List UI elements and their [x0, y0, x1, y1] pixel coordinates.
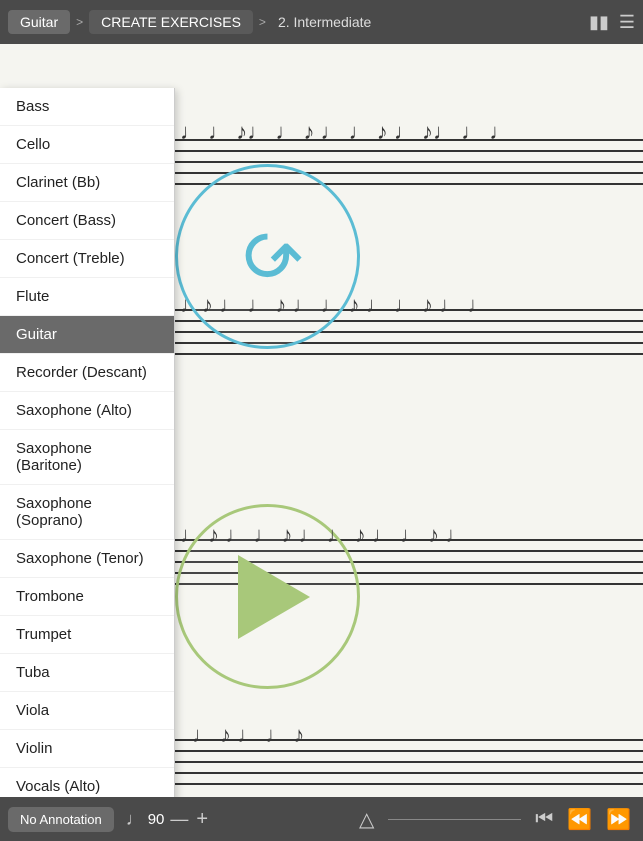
- rewind-icon[interactable]: ⏪: [567, 807, 592, 832]
- dropdown-item-concert-treble[interactable]: Concert (Treble): [0, 240, 174, 278]
- dropdown-item-vocals-alto[interactable]: Vocals (Alto): [0, 768, 174, 797]
- dropdown-item-recorder[interactable]: Recorder (Descant): [0, 354, 174, 392]
- dropdown-item-trombone[interactable]: Trombone: [0, 578, 174, 616]
- note-decoration-3: ♩ ♪ ♩ ♩ ♪ ♩ ♩ ♪ ♩ ♩ ♪ ♩: [180, 522, 467, 548]
- breadcrumb-chevron-2: >: [259, 15, 266, 29]
- instrument-selector[interactable]: Guitar: [8, 10, 70, 34]
- breadcrumb-chevron-1: >: [76, 15, 83, 29]
- instrument-dropdown: Bass Cello Clarinet (Bb) Concert (Bass) …: [0, 88, 175, 797]
- dropdown-item-flute[interactable]: Flute: [0, 278, 174, 316]
- dropdown-item-guitar[interactable]: Guitar: [0, 316, 174, 354]
- dropdown-item-sax-baritone[interactable]: Saxophone (Baritone): [0, 430, 174, 485]
- metronome-icon[interactable]: △: [359, 807, 374, 832]
- annotation-button[interactable]: No Annotation: [8, 807, 114, 832]
- tempo-value: 90: [148, 811, 165, 828]
- dropdown-item-bass[interactable]: Bass: [0, 88, 174, 126]
- tempo-note-icon: ♩: [126, 809, 144, 830]
- dropdown-item-violin[interactable]: Violin: [0, 730, 174, 768]
- dropdown-item-concert-bass[interactable]: Concert (Bass): [0, 202, 174, 240]
- dropdown-item-viola[interactable]: Viola: [0, 692, 174, 730]
- tempo-decrease-button[interactable]: —: [170, 809, 188, 830]
- tempo-increase-button[interactable]: +: [196, 808, 208, 831]
- dropdown-item-clarinet[interactable]: Clarinet (Bb): [0, 164, 174, 202]
- note-decoration-2: ♩♪ ♩ ♩ ♪ ♩ ♩ ♪ ♩ ♩ ♪ ♩ ♩: [180, 292, 489, 318]
- level-label: 2. Intermediate: [278, 14, 589, 30]
- dropdown-item-trumpet[interactable]: Trumpet: [0, 616, 174, 654]
- toolbar-line: [388, 819, 521, 820]
- instrument-label: Guitar: [20, 14, 58, 30]
- create-exercises-link[interactable]: CREATE EXERCISES: [89, 10, 253, 34]
- dropdown-item-sax-soprano[interactable]: Saxophone (Soprano): [0, 485, 174, 540]
- annotation-label: No Annotation: [20, 812, 102, 827]
- dropdown-item-tuba[interactable]: Tuba: [0, 654, 174, 692]
- create-exercises-label: CREATE EXERCISES: [101, 14, 241, 30]
- main-content: ↻ ♩ ♩ ♪♩ ♩ ♪ ♩ ♩ ♪ ♩ ♪♩ ♩ ♩ ♩♪ ♩ ♩ ♪ ♩ ♩…: [0, 44, 643, 797]
- replay-button[interactable]: ↻: [175, 164, 360, 349]
- note-decoration: ♩ ♩ ♪♩ ♩ ♪ ♩ ♩ ♪ ♩ ♪♩ ♩ ♩: [180, 119, 511, 145]
- app-header: Guitar > CREATE EXERCISES > 2. Intermedi…: [0, 0, 643, 44]
- play-triangle-icon: [238, 555, 310, 639]
- header-actions: ▮▮ ☰: [589, 12, 635, 33]
- bottom-toolbar: No Annotation ♩ 90 — + △ ⏮ ⏪ ⏩: [0, 797, 643, 841]
- folder-icon[interactable]: ▮▮: [589, 12, 609, 33]
- fast-forward-icon[interactable]: ⏩: [606, 807, 631, 832]
- skip-to-start-icon[interactable]: ⏮: [535, 808, 553, 831]
- menu-icon[interactable]: ☰: [619, 12, 635, 33]
- tempo-control: ♩ 90 — +: [126, 808, 210, 831]
- dropdown-item-sax-tenor[interactable]: Saxophone (Tenor): [0, 540, 174, 578]
- dropdown-item-sax-alto[interactable]: Saxophone (Alto): [0, 392, 174, 430]
- dropdown-item-cello[interactable]: Cello: [0, 126, 174, 164]
